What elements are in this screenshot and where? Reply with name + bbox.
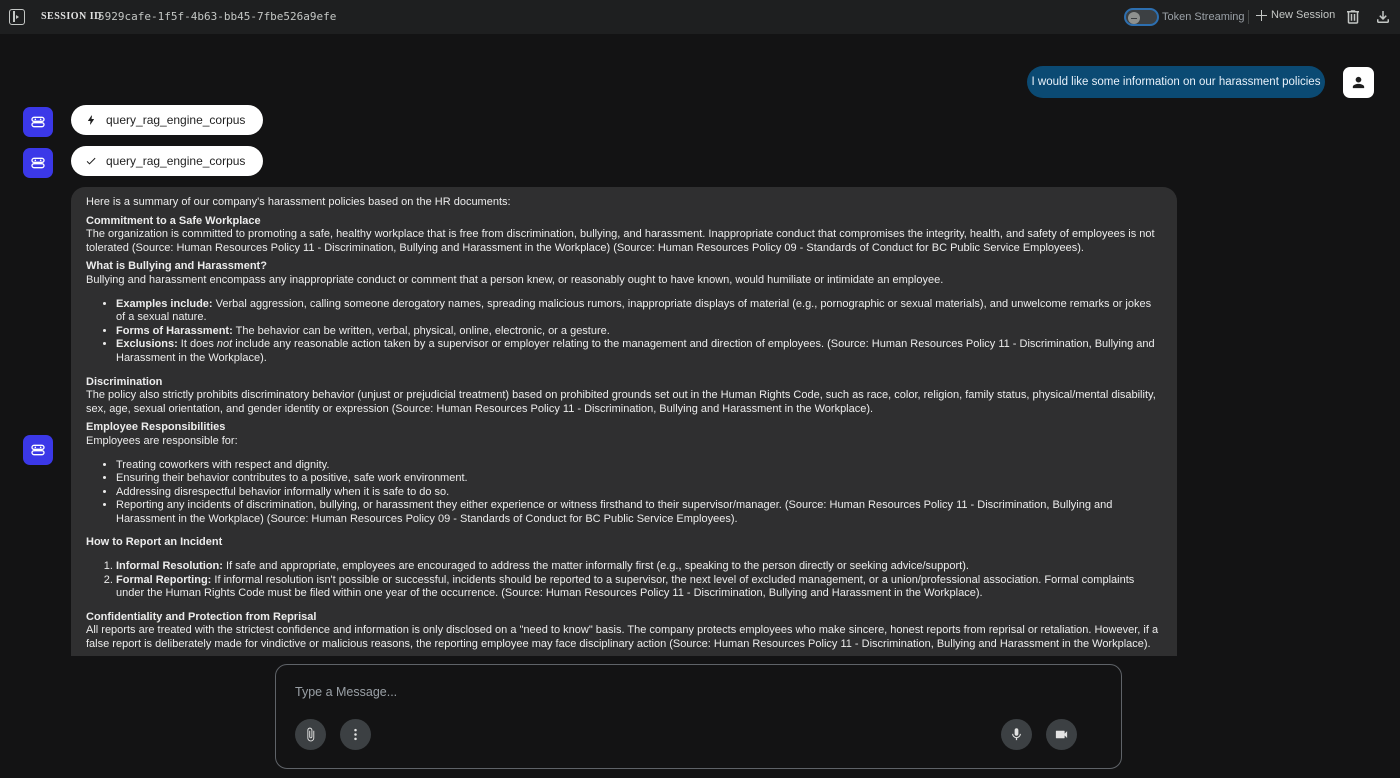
more-vert-icon (354, 728, 357, 741)
item-label: Exclusions: (116, 338, 178, 351)
section-title: Commitment to a Safe Workplace (86, 214, 261, 227)
section-commitment: Commitment to a Safe Workplace The organ… (86, 215, 1162, 256)
list-item: Addressing disrespectful behavior inform… (116, 486, 1162, 500)
item-emphasis: not (216, 338, 233, 351)
bot-avatar (23, 148, 53, 178)
section-body: The policy also strictly prohibits discr… (86, 389, 1156, 415)
section-title: How to Report an Incident (86, 536, 223, 549)
tool-call-done[interactable]: query_rag_engine_corpus (71, 146, 264, 176)
item-text: Verbal aggression, calling someone derog… (116, 297, 1152, 324)
bot-avatar (23, 107, 53, 137)
section-responsibilities: Employee Responsibilities Employees are … (86, 421, 1162, 526)
list-item: Reporting any incidents of discriminatio… (116, 499, 1162, 526)
mic-icon (1012, 728, 1021, 741)
new-session-label: New Session (1271, 9, 1336, 21)
item-text: include any reasonable action taken by a… (116, 338, 1155, 364)
tool-call-name: query_rag_engine_corpus (106, 113, 246, 127)
user-avatar (1343, 67, 1374, 98)
bot-avatar (23, 435, 53, 465)
robot-icon (31, 157, 45, 169)
response-intro: Here is a summary of our company's haras… (86, 196, 511, 208)
section-body: Bullying and harassment encompass any in… (86, 273, 944, 286)
microphone-button[interactable] (1001, 719, 1032, 750)
tool-call-name: query_rag_engine_corpus (106, 154, 246, 168)
video-button[interactable] (1046, 719, 1077, 750)
section-title: Discrimination (86, 375, 163, 388)
list-item: Forms of Harassment: The behavior can be… (116, 325, 1162, 339)
token-streaming-label: Token Streaming (1162, 11, 1245, 23)
list-item: Informal Resolution: If safe and appropr… (116, 560, 1162, 574)
section-title: What is Bullying and Harassment? (86, 260, 267, 273)
list-item: Treating coworkers with respect and dign… (116, 459, 1162, 473)
list-item: Examples include: Verbal aggression, cal… (116, 298, 1162, 325)
bullet-list: Treating coworkers with respect and dign… (116, 459, 1162, 527)
item-label: Informal Resolution: (116, 560, 223, 573)
top-bar: SESSION ID 5929cafe-1f5f-4b63-bb45-7fbe5… (0, 0, 1400, 34)
list-item: Exclusions: It does not include any reas… (116, 338, 1162, 365)
section-discrimination: Discrimination The policy also strictly … (86, 376, 1162, 417)
toggle-knob (1128, 12, 1140, 24)
item-label: Examples include: (116, 297, 213, 310)
section-title: Employee Responsibilities (86, 421, 226, 434)
message-composer (275, 664, 1122, 769)
section-body: Employees are responsible for: (86, 434, 238, 447)
robot-icon (31, 116, 45, 128)
numbered-list: Informal Resolution: If safe and appropr… (116, 560, 1162, 601)
section-title: Confidentiality and Protection from Repr… (86, 610, 317, 623)
more-options-button[interactable] (340, 719, 371, 750)
header-divider (1248, 10, 1249, 24)
section-confidentiality: Confidentiality and Protection from Repr… (86, 611, 1162, 652)
tool-call-running[interactable]: query_rag_engine_corpus (71, 105, 264, 135)
message-input[interactable] (295, 685, 895, 699)
plus-icon (1256, 9, 1267, 21)
bullet-list: Examples include: Verbal aggression, cal… (116, 298, 1162, 366)
list-item: Ensuring their behavior contributes to a… (116, 472, 1162, 486)
token-streaming-toggle[interactable] (1124, 8, 1159, 26)
item-label: Forms of Harassment: (116, 324, 233, 337)
assistant-response: Here is a summary of our company's haras… (71, 187, 1177, 656)
check-icon (86, 157, 96, 165)
list-item: Formal Reporting: If informal resolution… (116, 574, 1162, 601)
section-body: All reports are treated with the stricte… (86, 624, 1159, 651)
video-icon (1055, 730, 1068, 739)
download-icon[interactable] (1374, 8, 1392, 26)
trash-icon[interactable] (1344, 8, 1362, 26)
item-text: If safe and appropriate, employees are e… (222, 560, 969, 573)
item-text: The behavior can be written, verbal, phy… (232, 324, 610, 337)
person-icon (1352, 76, 1365, 89)
section-body: The organization is committed to promoti… (86, 228, 1155, 254)
item-text: It does (177, 338, 217, 351)
section-report: How to Report an Incident Informal Resol… (86, 536, 1162, 600)
new-session-button[interactable]: New Session (1256, 9, 1335, 21)
robot-icon (31, 444, 45, 456)
sidebar-toggle-icon[interactable] (9, 9, 25, 25)
item-label: Formal Reporting: (116, 573, 212, 586)
item-text: If informal resolution isn't possible or… (116, 573, 1135, 600)
bolt-icon (87, 115, 94, 125)
section-what-is: What is Bullying and Harassment? Bullyin… (86, 260, 1162, 365)
paperclip-icon (307, 727, 315, 742)
attach-button[interactable] (295, 719, 326, 750)
user-message-bubble: I would like some information on our har… (1027, 66, 1325, 98)
session-id-label: SESSION ID (41, 11, 102, 22)
user-message-text: I would like some information on our har… (1031, 76, 1321, 88)
session-id-value: 5929cafe-1f5f-4b63-bb45-7fbe526a9efe (98, 10, 337, 23)
